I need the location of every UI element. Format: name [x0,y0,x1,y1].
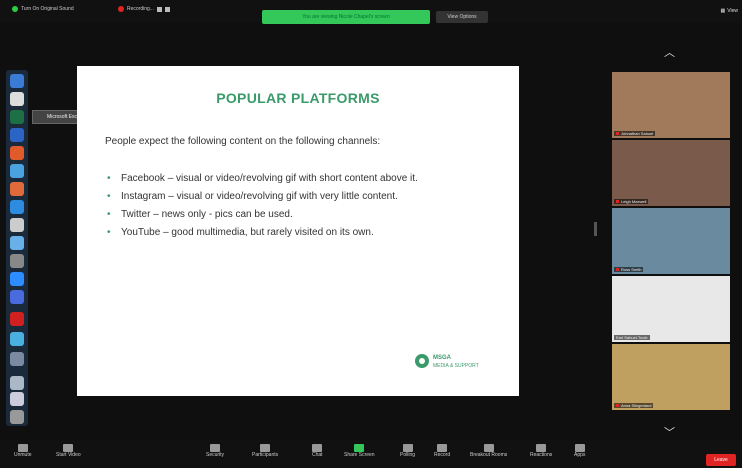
slide-intro: People expect the following content on t… [105,136,381,147]
participant-tile[interactable]: Anna Slingerland [612,344,730,410]
calendar-icon[interactable] [10,218,24,232]
shield-icon [210,444,221,452]
apps-button[interactable]: Apps [574,444,585,458]
chevron-up-icon[interactable]: ︿ [664,44,675,60]
mail-icon[interactable] [10,164,24,178]
bullet-text: YouTube – good multimedia, but rarely vi… [121,227,374,238]
bullet-text: Instagram – visual or video/revolving gi… [121,191,398,202]
grid-icon: ▦ [720,8,726,14]
microphone-icon [17,444,28,452]
slide-bullet-list: • Facebook – visual or video/revolving gi… [105,172,495,244]
msga-logo: MSGA MEDIA & SUPPORT [415,354,479,369]
original-sound-label: Turn On Original Sound [21,6,74,12]
excel-icon[interactable] [10,110,24,124]
start-video-button[interactable]: Start Video [56,444,81,458]
record-icon [437,444,448,452]
meeting-top-bar: Turn On Original Sound Recording... You … [0,0,742,24]
mic-off-icon [616,132,619,135]
unmute-button[interactable]: Unmute [14,444,32,458]
mic-off-icon [616,404,619,407]
bullet-icon: • [107,209,111,220]
participant-tile[interactable]: Earl Sahuel-Toole [612,276,730,342]
participant-tile[interactable]: Ross Smith [612,208,730,274]
video-feed [612,72,730,138]
safari-icon[interactable] [10,236,24,250]
screen-share-banner: You are viewing Nicole Chapel's screen [262,10,430,24]
list-item: • Facebook – visual or video/revolving gi… [105,172,495,186]
bullet-text: Facebook – visual or video/revolving gif… [121,173,418,184]
security-button[interactable]: Security [206,444,224,458]
reactions-button[interactable]: Reactions [530,444,552,458]
participant-name: Johnathan Sahuel [614,131,656,136]
recording-indicator[interactable]: Recording... [118,6,170,12]
mic-off-icon [616,268,619,271]
messenger-icon[interactable] [10,290,24,304]
svg-text:MSGA: MSGA [433,355,452,361]
mac-dock [6,70,28,426]
leave-button[interactable]: Leave [706,454,736,466]
shared-slide: POPULAR PLATFORMS People expect the foll… [77,66,519,396]
video-feed [612,276,730,342]
svg-text:MEDIA & SUPPORT: MEDIA & SUPPORT [433,363,479,369]
original-sound-toggle[interactable]: Turn On Original Sound [12,6,74,12]
people-icon [260,444,271,452]
chrome-icon[interactable] [10,146,24,160]
firefox-icon[interactable] [10,182,24,196]
share-screen-icon [354,444,365,452]
view-button[interactable]: ▦ View [721,8,738,14]
app-store-icon[interactable] [10,200,24,214]
view-options-button[interactable]: View Options [436,11,488,23]
polling-button[interactable]: Polling [400,444,415,458]
participant-name: Earl Sahuel-Toole [614,335,650,340]
participants-button[interactable]: Participants [252,444,278,458]
share-screen-button[interactable]: Share Screen [344,444,375,458]
finder-icon[interactable] [10,74,24,88]
participant-tile[interactable]: Leigh Maxwell [612,140,730,206]
launchpad-icon[interactable] [10,92,24,106]
list-item: • Twitter – news only - pics can be used. [105,208,495,222]
preview-icon[interactable] [10,352,24,366]
folder-icon[interactable] [10,376,24,390]
list-item: • YouTube – good multimedia, but rarely v… [105,226,495,240]
camera-icon [63,444,74,452]
bullet-icon: • [107,191,111,202]
pause-recording-icon[interactable] [156,6,162,12]
chat-button[interactable]: Chat [312,444,323,458]
zoom-icon[interactable] [10,272,24,286]
video-feed [612,208,730,274]
participant-tile[interactable]: Johnathan Sahuel [612,72,730,138]
teams-icon[interactable] [10,332,24,346]
breakout-icon [483,444,494,452]
bullet-text: Twitter – news only - pics can be used. [121,209,293,220]
video-feed [612,344,730,410]
poll-icon [402,444,413,452]
participant-name: Anna Slingerland [614,403,654,408]
participant-name: Ross Smith [614,267,644,272]
bullet-icon: • [107,173,111,184]
recording-icon [118,6,124,12]
sound-status-icon [12,6,18,12]
trash-icon[interactable] [10,410,24,424]
video-feed [612,140,730,206]
recording-label: Recording... [127,6,154,12]
panel-drag-handle[interactable] [594,222,597,236]
chat-icon [312,444,323,452]
slide-title: POPULAR PLATFORMS [216,90,380,106]
word-icon[interactable] [10,128,24,142]
reaction-icon [536,444,547,452]
participant-name: Leigh Maxwell [614,199,649,204]
acrobat-icon[interactable] [10,312,24,326]
settings-icon[interactable] [10,254,24,268]
mic-off-icon [616,200,619,203]
breakout-rooms-button[interactable]: Breakout Rooms [470,444,507,458]
downloads-icon[interactable] [10,392,24,406]
stop-recording-icon[interactable] [164,6,170,12]
list-item: • Instagram – visual or video/revolving g… [105,190,495,204]
view-label: View [727,8,738,14]
bullet-icon: • [107,227,111,238]
apps-icon [574,444,585,452]
record-button[interactable]: Record [434,444,450,458]
chevron-down-icon[interactable]: ﹀ [664,424,675,440]
